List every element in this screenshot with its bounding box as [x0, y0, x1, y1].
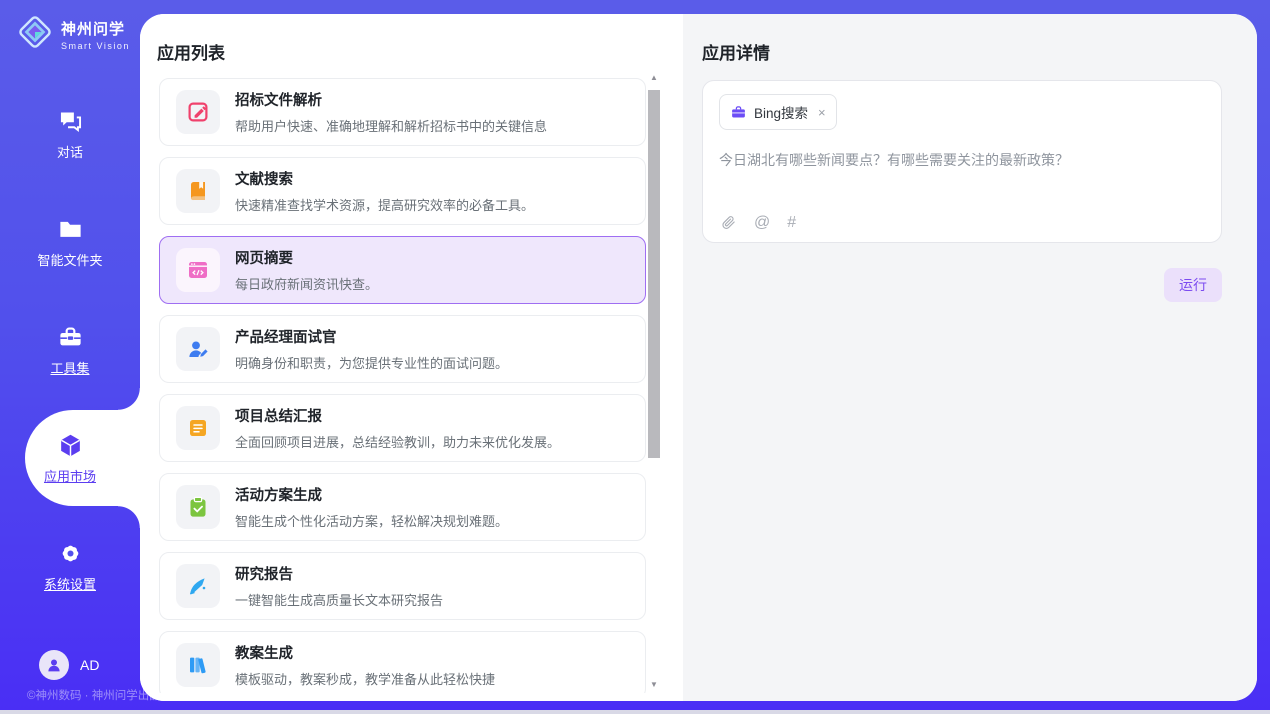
- user-name: AD: [80, 657, 99, 673]
- interviewer-icon: [176, 327, 220, 371]
- app-name: 产品经理面试官: [235, 326, 508, 347]
- sidebar-item-cube[interactable]: 应用市场: [0, 404, 140, 512]
- app-detail-title: 应用详情: [702, 39, 1222, 64]
- copyright-text: ©神州数码 · 神州问学出品: [27, 687, 161, 703]
- hash-icon[interactable]: #: [787, 215, 796, 231]
- scrollbar[interactable]: ▲ ▼: [648, 82, 660, 677]
- briefcase-icon: [730, 104, 747, 121]
- gear-icon: [57, 540, 84, 567]
- query-input-card[interactable]: Bing搜索 × 今日湖北有哪些新闻要点？有哪些需要关注的最新政策？ @ #: [702, 80, 1222, 243]
- sidebar-item-label: 应用市场: [44, 466, 96, 485]
- app-card[interactable]: 网页摘要每日政府新闻资讯快查。: [159, 236, 646, 304]
- tool-chip-bing-search[interactable]: Bing搜索 ×: [719, 94, 837, 130]
- cube-icon: [57, 432, 84, 459]
- books-icon: [176, 643, 220, 687]
- app-desc: 模板驱动，教案秒成，教学准备从此轻松快捷: [235, 669, 495, 688]
- brand-diamond-icon: [16, 13, 54, 56]
- app-detail-panel: 应用详情 Bing搜索 × 今日湖北有哪些新闻要点？有哪些需要关注的最新政策？: [683, 14, 1257, 701]
- scroll-down-icon[interactable]: ▼: [648, 679, 660, 691]
- sidebar-item-label: 工具集: [50, 358, 89, 377]
- app-name: 研究报告: [235, 563, 443, 584]
- app-name: 活动方案生成: [235, 484, 508, 505]
- pen-ink-icon: [176, 564, 220, 608]
- app-desc: 智能生成个性化活动方案，轻松解决规划难题。: [235, 511, 508, 530]
- chat-icon: [57, 108, 84, 135]
- mention-icon[interactable]: @: [754, 215, 770, 231]
- app-name: 网页摘要: [235, 247, 378, 268]
- brand-name: 神州问学: [61, 18, 130, 39]
- folder-icon: [57, 216, 84, 243]
- app-logo: 神州问学 Smart Vision: [16, 13, 130, 56]
- run-row: 运行: [702, 268, 1222, 302]
- app-name: 教案生成: [235, 642, 495, 663]
- app-card[interactable]: 项目总结汇报全面回顾项目进展，总结经验教训，助力未来优化发展。: [159, 394, 646, 462]
- window-bottom-edge: [0, 710, 1270, 714]
- app-name: 项目总结汇报: [235, 405, 560, 426]
- app-desc: 快速精准查找学术资源，提高研究效率的必备工具。: [235, 195, 534, 214]
- sidebar-item-label: 智能文件夹: [37, 250, 102, 269]
- tool-chip-label: Bing搜索: [754, 102, 808, 122]
- app-card[interactable]: 活动方案生成智能生成个性化活动方案，轻松解决规划难题。: [159, 473, 646, 541]
- app-desc: 一键智能生成高质量长文本研究报告: [235, 590, 443, 609]
- sidebar-item-chat[interactable]: 对话: [0, 80, 140, 188]
- toolbox-icon: [57, 324, 84, 351]
- app-card-list: 招标文件解析帮助用户快速、准确地理解和解析招标书中的关键信息文献搜索快速精准查找…: [159, 78, 646, 693]
- sidebar-item-gear[interactable]: 系统设置: [0, 512, 140, 620]
- chip-close-icon[interactable]: ×: [818, 105, 826, 120]
- run-button[interactable]: 运行: [1164, 268, 1222, 302]
- app-list-title: 应用列表: [157, 39, 225, 64]
- avatar: [39, 650, 69, 680]
- scroll-up-icon[interactable]: ▲: [648, 72, 660, 84]
- input-toolbar: @ #: [720, 214, 796, 231]
- person-icon: [45, 656, 63, 674]
- scrollbar-thumb[interactable]: [648, 90, 660, 458]
- clipboard-check-icon: [176, 485, 220, 529]
- sidebar-item-label: 对话: [57, 142, 83, 161]
- app-card[interactable]: 招标文件解析帮助用户快速、准确地理解和解析招标书中的关键信息: [159, 78, 646, 146]
- webpage-icon: [176, 248, 220, 292]
- user-row[interactable]: AD: [39, 650, 99, 680]
- sidebar-item-label: 系统设置: [44, 574, 96, 593]
- app-desc: 帮助用户快速、准确地理解和解析招标书中的关键信息: [235, 116, 547, 135]
- sidebar-nav: 对话智能文件夹工具集应用市场系统设置: [0, 80, 140, 620]
- app-name: 文献搜索: [235, 168, 534, 189]
- book-icon: [176, 169, 220, 213]
- query-text[interactable]: 今日湖北有哪些新闻要点？有哪些需要关注的最新政策？: [719, 150, 1205, 170]
- paperclip-icon[interactable]: [720, 214, 737, 231]
- brand-tagline: Smart Vision: [61, 41, 130, 51]
- app-card[interactable]: 研究报告一键智能生成高质量长文本研究报告: [159, 552, 646, 620]
- app-card[interactable]: 产品经理面试官明确身份和职责，为您提供专业性的面试问题。: [159, 315, 646, 383]
- app-desc: 明确身份和职责，为您提供专业性的面试问题。: [235, 353, 508, 372]
- app-desc: 全面回顾项目进展，总结经验教训，助力未来优化发展。: [235, 432, 560, 451]
- main-content: 应用列表 招标文件解析帮助用户快速、准确地理解和解析招标书中的关键信息文献搜索快…: [140, 14, 1257, 701]
- app-card[interactable]: 教案生成模板驱动，教案秒成，教学准备从此轻松快捷: [159, 631, 646, 693]
- sidebar-item-folder[interactable]: 智能文件夹: [0, 188, 140, 296]
- app-name: 招标文件解析: [235, 89, 547, 110]
- report-doc-icon: [176, 406, 220, 450]
- edit-doc-icon: [176, 90, 220, 134]
- app-desc: 每日政府新闻资讯快查。: [235, 274, 378, 293]
- sidebar: 神州问学 Smart Vision 对话智能文件夹工具集应用市场系统设置 AD …: [0, 0, 140, 714]
- app-card[interactable]: 文献搜索快速精准查找学术资源，提高研究效率的必备工具。: [159, 157, 646, 225]
- app-list-panel: 应用列表 招标文件解析帮助用户快速、准确地理解和解析招标书中的关键信息文献搜索快…: [140, 14, 683, 701]
